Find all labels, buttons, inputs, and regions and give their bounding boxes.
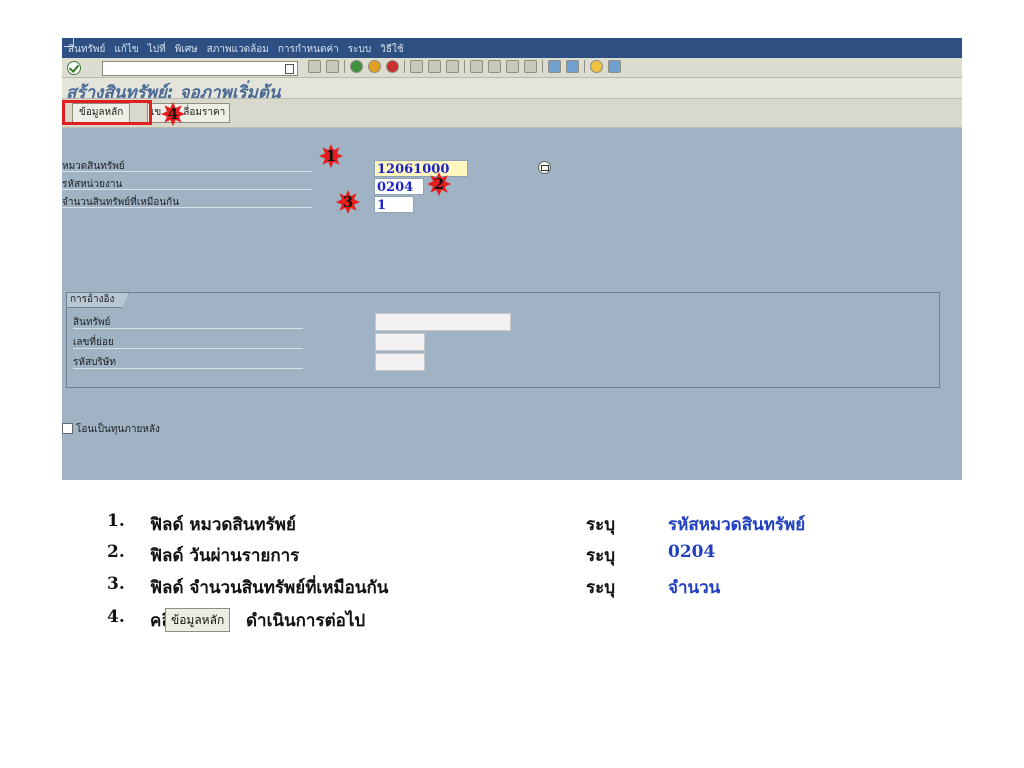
similar-assets-input[interactable]: 1 <box>374 196 414 213</box>
ref-subnumber-input[interactable] <box>375 333 425 351</box>
post-capitalization-checkbox[interactable] <box>62 423 73 434</box>
menu-asset[interactable]: สินทรัพย์ <box>68 44 105 56</box>
new-session-icon[interactable] <box>548 60 561 73</box>
instruction-4-text: ดำเนินการต่อไป <box>246 611 366 631</box>
previous-page-icon[interactable] <box>488 60 501 73</box>
company-code-input[interactable]: 0204 <box>374 178 424 195</box>
command-field[interactable] <box>102 61 298 76</box>
exit-icon[interactable] <box>368 60 381 73</box>
standard-toolbar <box>62 58 962 78</box>
instruction-2-number: 2. <box>107 542 125 562</box>
step-marker-4: 4 <box>161 102 185 126</box>
label-underline <box>73 348 303 349</box>
enter-check-icon[interactable] <box>67 61 81 75</box>
instruction-3-value: จำนวน <box>668 578 721 598</box>
company-code-value: 0204 <box>377 180 414 195</box>
last-page-icon[interactable] <box>524 60 537 73</box>
value-help-icon[interactable] <box>538 161 551 174</box>
cancel-icon[interactable] <box>386 60 399 73</box>
command-history-icon[interactable] <box>285 64 294 74</box>
instruction-2-text: ฟิลด์ วันผ่านรายการ <box>150 546 300 566</box>
ref-company-input[interactable] <box>375 353 425 371</box>
depreciation-area-button[interactable]: เข ลื่อมราคา <box>147 103 231 123</box>
instruction-3-text: ฟิลด์ จำนวนสินทรัพย์ที่เหมือนกัน <box>150 578 389 598</box>
instruction-2-verb: ระบุ <box>586 546 616 566</box>
instruction-3-number: 3. <box>107 574 125 594</box>
layout-menu-icon[interactable] <box>608 60 621 73</box>
step-marker-3: 3 <box>336 190 360 214</box>
first-page-icon[interactable] <box>470 60 483 73</box>
toolbar-separator <box>542 60 543 73</box>
label-underline <box>73 368 303 369</box>
application-toolbar: ข้อมูลหลัก เข ลื่อมราคา 4 <box>62 98 962 128</box>
instruction-1-number: 1. <box>107 511 125 531</box>
similar-assets-value: 1 <box>377 198 387 213</box>
find-icon[interactable] <box>428 60 441 73</box>
highlight-box <box>62 100 152 125</box>
menu-edit[interactable]: แก้ไข <box>114 44 138 56</box>
menu-bar: สินทรัพย์ แก้ไข ไปที่ พิเศษ สภาพแวดล้อม … <box>62 38 962 58</box>
toolbar-separator <box>464 60 465 73</box>
reference-group: การอ้างอิง สินทรัพย์ เลขที่ย่อย รหัสบริษ… <box>66 292 940 388</box>
menu-help[interactable]: วิธีใช้ <box>380 44 403 56</box>
label-underline <box>62 171 312 172</box>
menu-environment[interactable]: สภาพแวดล้อม <box>207 44 269 56</box>
button-label-suffix: ลื่อมราคา <box>183 107 226 118</box>
save-icon[interactable] <box>326 60 339 73</box>
toolbar-separator <box>344 60 345 73</box>
button-label-prefix: เข <box>151 107 162 118</box>
menu-extras[interactable]: พิเศษ <box>175 44 198 56</box>
step-marker-1: 1 <box>319 144 343 168</box>
asset-class-input[interactable]: 12061000 <box>374 160 468 177</box>
instruction-4-number: 4. <box>107 607 125 627</box>
label-underline <box>62 189 312 190</box>
instruction-3-verb: ระบุ <box>586 578 616 598</box>
instruction-1-verb: ระบุ <box>586 515 616 535</box>
print-icon[interactable] <box>410 60 423 73</box>
title-bar: สร้างสินทรัพย์: จอภาพเริ่มต้น <box>62 78 962 103</box>
menu-goto[interactable]: ไปที่ <box>148 44 166 56</box>
menu-settings[interactable]: การกำหนดค่า <box>278 44 339 56</box>
sap-window: สินทรัพย์ แก้ไข ไปที่ พิเศษ สภาพแวดล้อม … <box>62 38 962 480</box>
step-marker-2: 2 <box>427 172 451 196</box>
label-underline <box>73 328 303 329</box>
toolbar-separator <box>584 60 585 73</box>
instruction-1-value: รหัสหมวดสินทรัพย์ <box>668 515 806 535</box>
instruction-1-text: ฟิลด์ หมวดสินทรัพย์ <box>150 515 296 535</box>
instruction-2-value: 0204 <box>668 542 716 562</box>
help-icon[interactable] <box>590 60 603 73</box>
shortcut-icon[interactable] <box>566 60 579 73</box>
find-next-icon[interactable] <box>446 60 459 73</box>
menu-system[interactable]: ระบบ <box>348 44 371 56</box>
instruction-master-data-button: ข้อมูลหลัก <box>165 608 231 632</box>
ref-asset-input[interactable] <box>375 313 511 331</box>
back-arrow-icon[interactable] <box>308 60 321 73</box>
back-icon[interactable] <box>350 60 363 73</box>
label-underline <box>62 207 312 208</box>
post-capitalization-label: โอนเป็นทุนภายหลัง <box>76 424 160 435</box>
reference-group-title: การอ้างอิง <box>66 292 130 308</box>
next-page-icon[interactable] <box>506 60 519 73</box>
toolbar-separator <box>404 60 405 73</box>
